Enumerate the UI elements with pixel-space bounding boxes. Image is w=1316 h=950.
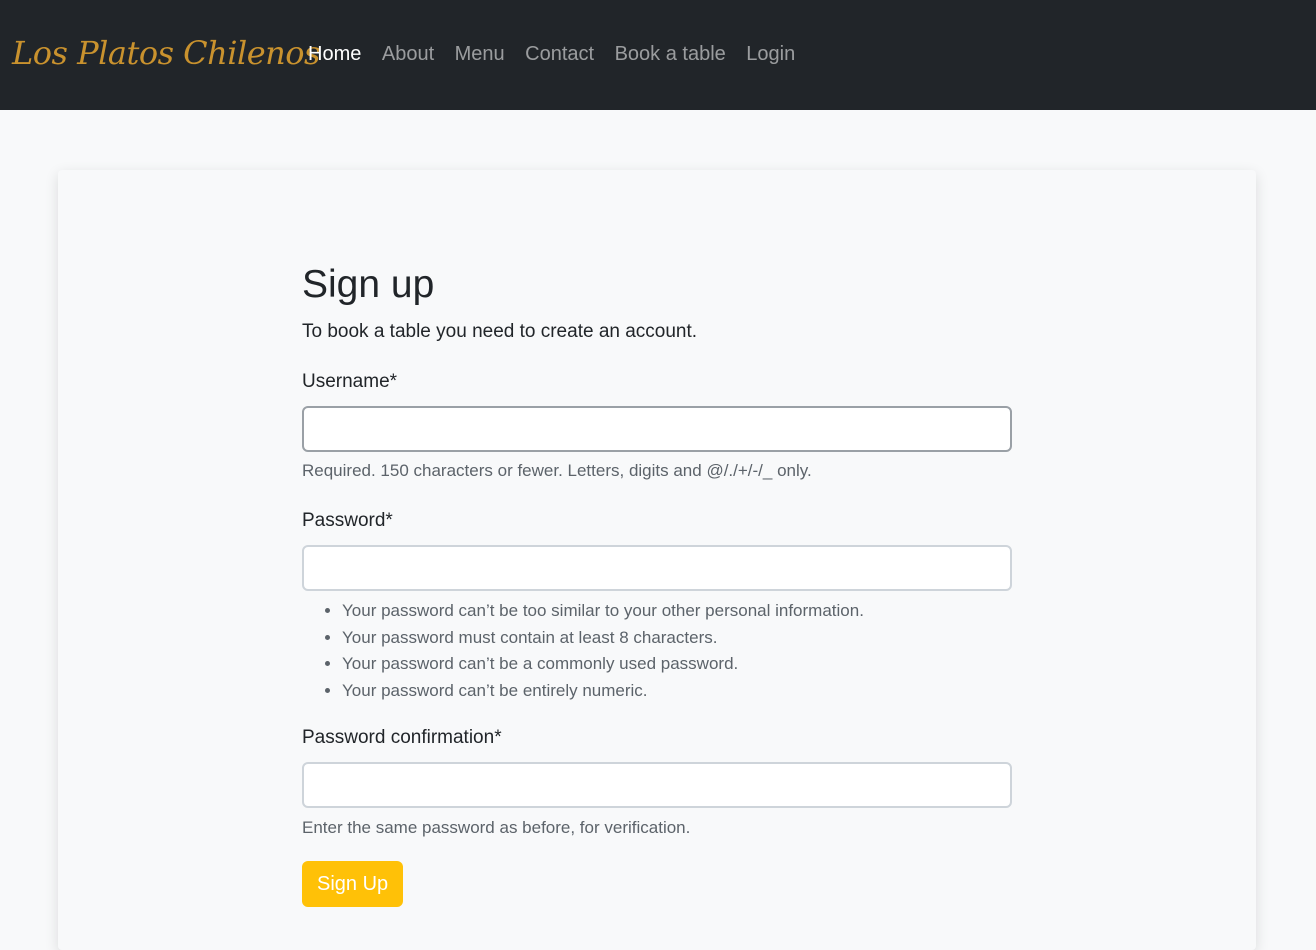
nav-links: Home About Menu Contact Book a table Log…: [308, 42, 816, 66]
username-help-text: Required. 150 characters or fewer. Lette…: [302, 461, 812, 480]
nav-link-book-a-table[interactable]: Book a table: [615, 42, 726, 66]
password-help-item: Your password must contain at least 8 ch…: [342, 625, 864, 652]
password-confirmation-field[interactable]: [302, 762, 1012, 808]
brand-logo[interactable]: Los Platos Chilenos: [12, 31, 320, 75]
nav-link-menu[interactable]: Menu: [455, 42, 505, 66]
navbar: Los Platos Chilenos Home About Menu Cont…: [0, 0, 1316, 110]
password-confirmation-help-text: Enter the same password as before, for v…: [302, 818, 691, 837]
password-field[interactable]: [302, 545, 1012, 591]
username-field[interactable]: [302, 406, 1012, 452]
sign-up-button[interactable]: Sign Up: [302, 861, 404, 907]
username-label: Username*: [302, 371, 398, 392]
password-confirmation-label: Password confirmation*: [302, 727, 502, 748]
password-help-list: Your password can’t be too similar to yo…: [302, 598, 864, 704]
nav-link-about[interactable]: About: [382, 42, 434, 66]
password-help-item: Your password can’t be entirely numeric.: [342, 678, 864, 705]
nav-link-contact[interactable]: Contact: [525, 42, 594, 66]
page-title: Sign up: [302, 263, 435, 306]
nav-link-login[interactable]: Login: [746, 42, 795, 66]
nav-link-home[interactable]: Home: [308, 42, 361, 66]
password-help-item: Your password can’t be a commonly used p…: [342, 651, 864, 678]
password-label: Password*: [302, 510, 393, 531]
signup-lead-text: To book a table you need to create an ac…: [302, 321, 698, 342]
password-help-item: Your password can’t be too similar to yo…: [342, 598, 864, 625]
signup-card: Sign up To book a table you need to crea…: [58, 170, 1256, 950]
